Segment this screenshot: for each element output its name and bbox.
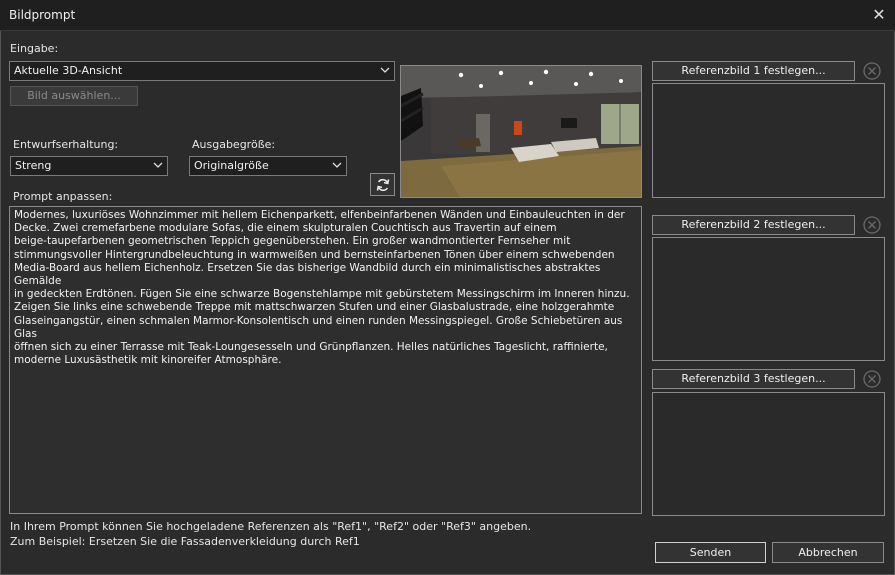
clear-reference-2-icon[interactable] bbox=[862, 215, 882, 235]
prompt-label: Prompt anpassen: bbox=[13, 190, 113, 203]
design-preservation-label: Entwurfserhaltung: bbox=[13, 138, 119, 151]
set-reference-1-button[interactable]: Referenzbild 1 festlegen... bbox=[652, 61, 855, 81]
set-reference-2-button[interactable]: Referenzbild 2 festlegen... bbox=[652, 215, 855, 235]
title-bar bbox=[0, 0, 895, 31]
chevron-down-icon bbox=[380, 67, 390, 73]
set-reference-3-button[interactable]: Referenzbild 3 festlegen... bbox=[652, 369, 855, 389]
chevron-down-icon bbox=[153, 162, 163, 168]
input-source-select[interactable]: Aktuelle 3D-Ansicht bbox=[9, 61, 395, 81]
prompt-textarea[interactable]: Modernes, luxuriöses Wohnzimmer mit hell… bbox=[9, 206, 642, 514]
output-size-value: Originalgröße bbox=[194, 159, 269, 172]
refresh-icon bbox=[376, 178, 389, 192]
design-preservation-value: Streng bbox=[15, 159, 52, 172]
dialog-title: Bildprompt bbox=[9, 8, 76, 22]
refresh-preview-button[interactable] bbox=[370, 173, 395, 196]
clear-reference-1-icon[interactable] bbox=[862, 61, 882, 81]
clear-reference-3-icon[interactable] bbox=[862, 369, 882, 389]
reference-2-preview bbox=[652, 237, 885, 361]
room-preview-graphic bbox=[401, 66, 641, 197]
reference-3-preview bbox=[652, 392, 885, 516]
output-size-select[interactable]: Originalgröße bbox=[189, 156, 347, 176]
chevron-down-icon bbox=[332, 162, 342, 168]
reference-hint-line-1: In Ihrem Prompt können Sie hochgeladene … bbox=[10, 520, 532, 533]
close-icon[interactable]: ✕ bbox=[868, 4, 890, 26]
preview-image bbox=[400, 65, 642, 198]
design-preservation-select[interactable]: Streng bbox=[10, 156, 168, 176]
select-image-button[interactable]: Bild auswählen... bbox=[10, 86, 138, 106]
send-button[interactable]: Senden bbox=[655, 542, 766, 563]
output-size-label: Ausgabegröße: bbox=[192, 138, 276, 151]
input-label: Eingabe: bbox=[10, 42, 59, 55]
reference-1-preview bbox=[652, 83, 885, 198]
reference-hint-line-2: Zum Beispiel: Ersetzen Sie die Fassadenv… bbox=[10, 535, 360, 548]
input-source-value: Aktuelle 3D-Ansicht bbox=[14, 64, 123, 77]
cancel-button[interactable]: Abbrechen bbox=[772, 542, 884, 563]
